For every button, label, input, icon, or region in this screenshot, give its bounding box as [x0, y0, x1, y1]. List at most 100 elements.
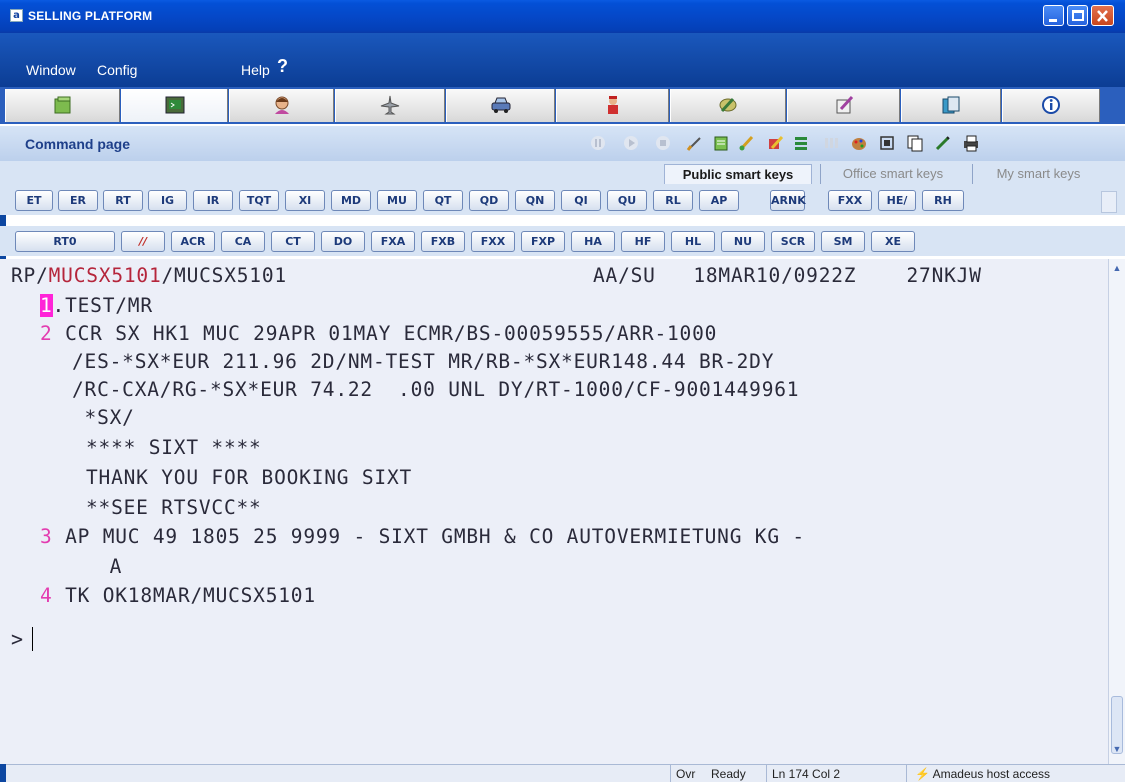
tab-notes[interactable]	[787, 89, 900, 122]
document-icon[interactable]	[712, 134, 730, 152]
status-bar: Ovr Ready Ln 174 Col 2 ⚡ Amadeus host ac…	[6, 764, 1125, 782]
brush-icon[interactable]	[738, 134, 756, 152]
smart-key[interactable]: DO	[321, 231, 365, 252]
title-bar: a SELLING PLATFORM	[0, 0, 1125, 33]
tab-documents[interactable]	[901, 89, 1001, 122]
columns-icon[interactable]	[822, 134, 840, 152]
frame-icon[interactable]	[878, 134, 896, 152]
tool-pen-icon[interactable]	[686, 134, 704, 152]
tab-flight[interactable]	[335, 89, 445, 122]
smart-key[interactable]: SM	[821, 231, 865, 252]
smart-key[interactable]: ET	[15, 190, 53, 211]
flight-icon	[380, 95, 400, 115]
smart-key[interactable]: QD	[469, 190, 509, 211]
command-terminal[interactable]: RP/MUCSX5101/MUCSX5101 AA/SU 18MAR10/0922…	[0, 259, 1108, 764]
play-icon[interactable]	[622, 134, 640, 152]
text-cursor	[32, 627, 33, 651]
smart-key[interactable]: CA	[221, 231, 265, 252]
pnr-line: **SEE RTSVCC**	[86, 496, 262, 519]
close-button[interactable]	[1091, 5, 1114, 26]
tab-terminal[interactable]	[121, 89, 228, 122]
app-icon: a	[10, 9, 23, 22]
smart-key[interactable]: QU	[607, 190, 647, 211]
close-icon	[1097, 10, 1108, 22]
smart-key[interactable]: FXB	[421, 231, 465, 252]
pnr-element-4: 4 TK OK18MAR/MUCSX5101	[40, 584, 316, 607]
print-icon[interactable]	[962, 134, 980, 152]
smart-key[interactable]: QN	[515, 190, 555, 211]
copy-icon[interactable]	[906, 134, 924, 152]
smart-key[interactable]: HL	[671, 231, 715, 252]
menu-window[interactable]: Window	[26, 62, 76, 78]
smart-key-row-1: ET ER RT IG IR TQT XI MD MU QT QD QN QI …	[0, 185, 1125, 215]
tab-info[interactable]	[1002, 89, 1100, 122]
smart-key[interactable]: //	[121, 231, 165, 252]
list-icon[interactable]	[792, 134, 810, 152]
terminal-scrollbar[interactable]: ▲ ▼	[1108, 259, 1125, 764]
pnr-element-2: 2 CCR SX HK1 MUC 29APR 01MAY ECMR/BS-000…	[40, 322, 718, 345]
smart-key[interactable]: ACR	[171, 231, 215, 252]
smart-key[interactable]: QT	[423, 190, 463, 211]
smart-key[interactable]: HE/	[878, 190, 916, 211]
smart-key[interactable]: FXX	[828, 190, 872, 211]
smart-key[interactable]: AP	[699, 190, 739, 211]
pnr-line: THANK YOU FOR BOOKING SIXT	[86, 466, 413, 489]
scroll-down-icon[interactable]: ▼	[1110, 742, 1124, 756]
smart-key[interactable]: RL	[653, 190, 693, 211]
menu-help[interactable]: Help ?	[241, 56, 288, 78]
status-connection: ⚡ Amadeus host access	[906, 765, 1125, 782]
help-question-icon: ?	[277, 56, 288, 76]
terminal-icon	[165, 96, 184, 114]
folder-icon	[54, 96, 70, 114]
status-connection-label: Amadeus host access	[932, 767, 1051, 781]
smart-key[interactable]: XE	[871, 231, 915, 252]
tab-hotel[interactable]	[556, 89, 669, 122]
tab-my-smart-keys[interactable]: My smart keys	[972, 164, 1104, 184]
minimize-button[interactable]	[1043, 5, 1064, 26]
smart-key[interactable]: TQT	[239, 190, 279, 211]
hotel-icon	[607, 96, 618, 114]
smart-key[interactable]: FXA	[371, 231, 415, 252]
smart-key[interactable]: IR	[193, 190, 233, 211]
notes-icon	[836, 95, 853, 114]
smart-key[interactable]: SCR	[771, 231, 815, 252]
tab-agent[interactable]	[229, 89, 334, 122]
menu-config[interactable]: Config	[97, 62, 137, 78]
smart-key[interactable]: RT	[103, 190, 143, 211]
smart-key[interactable]: FXP	[521, 231, 565, 252]
smart-key[interactable]: ARNK	[770, 190, 806, 211]
stop-icon[interactable]	[654, 134, 672, 152]
tab-car[interactable]	[446, 89, 555, 122]
scroll-up-icon[interactable]: ▲	[1110, 261, 1124, 275]
palette-icon[interactable]	[850, 134, 868, 152]
smart-key[interactable]: XI	[285, 190, 325, 211]
status-state: Ready	[711, 767, 746, 781]
pnr-line: A	[72, 555, 123, 578]
pause-icon[interactable]	[589, 134, 607, 152]
smart-key[interactable]: NU	[721, 231, 765, 252]
smart-key[interactable]: FXX	[471, 231, 515, 252]
agent-icon	[274, 96, 289, 114]
pencil-icon[interactable]	[934, 134, 952, 152]
edit-icon[interactable]	[766, 134, 784, 152]
maximize-button[interactable]	[1067, 5, 1088, 26]
smart-key[interactable]: MU	[377, 190, 417, 211]
pnr-line: /ES-*SX*EUR 211.96 2D/NM-TEST MR/RB-*SX*…	[72, 350, 775, 373]
tab-tools[interactable]	[670, 89, 786, 122]
smart-key[interactable]: IG	[148, 190, 187, 211]
smart-key[interactable]: RH	[922, 190, 964, 211]
tools-icon	[719, 97, 737, 113]
pnr-line: **** SIXT ****	[86, 436, 262, 459]
smart-keys-scrollbar[interactable]	[1101, 191, 1117, 213]
smart-key[interactable]: ER	[58, 190, 98, 211]
smart-key[interactable]: RT0	[15, 231, 115, 252]
smart-key[interactable]: MD	[331, 190, 371, 211]
window-title: SELLING PLATFORM	[28, 9, 153, 23]
smart-key[interactable]: HA	[571, 231, 615, 252]
tab-public-smart-keys[interactable]: Public smart keys	[664, 164, 812, 184]
tab-folder[interactable]	[5, 89, 120, 122]
tab-office-smart-keys[interactable]: Office smart keys	[820, 164, 965, 184]
smart-key[interactable]: QI	[561, 190, 601, 211]
smart-key[interactable]: CT	[271, 231, 315, 252]
smart-key[interactable]: HF	[621, 231, 665, 252]
